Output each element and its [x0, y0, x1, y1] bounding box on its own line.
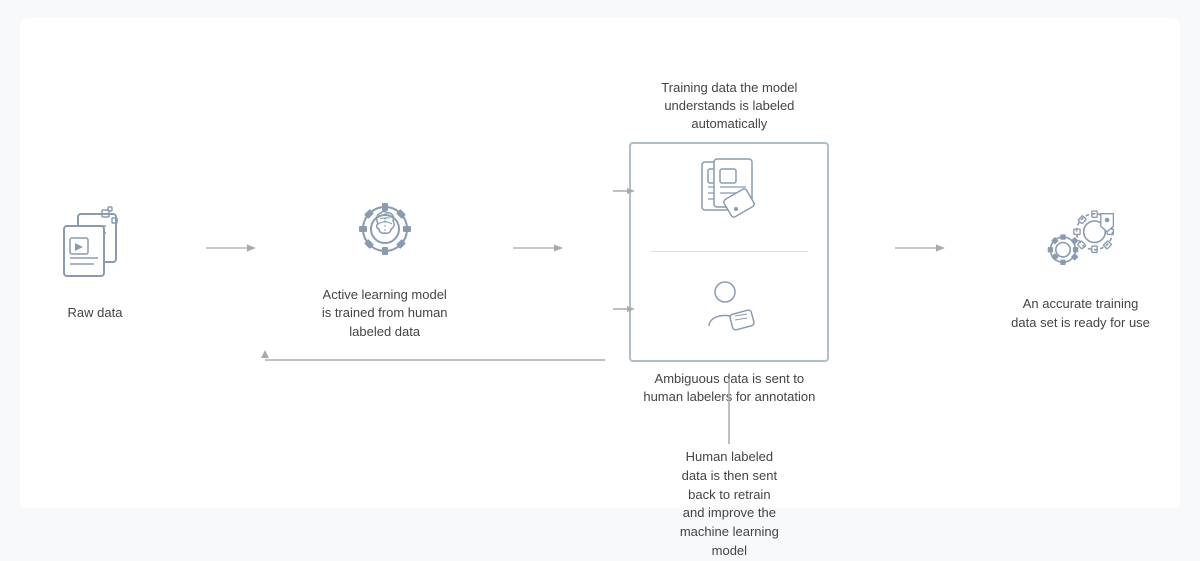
box-top-label: Training data the modelunderstands is la…: [629, 79, 829, 134]
active-learning-label: Active learning model is trained from hu…: [322, 286, 448, 341]
box-divider: [651, 251, 808, 252]
step-raw-data: Raw data: [50, 202, 140, 322]
raw-data-icon: [50, 202, 140, 292]
bottom-note-label: Human labeled data is then sentback to r…: [679, 448, 779, 561]
arrow-3: [895, 238, 945, 258]
active-learning-line3: labeled data: [349, 324, 420, 339]
raw-data-label: Raw data: [68, 304, 123, 322]
arrow-2: [513, 238, 563, 258]
middle-box: [629, 142, 829, 362]
vertical-arrow-area: Human labeled data is then sentback to r…: [679, 379, 779, 561]
step-accurate-set: An accurate trainingdata set is ready fo…: [1011, 193, 1150, 331]
feedback-arrow-svg: [235, 350, 605, 470]
active-learning-line2: is trained from human: [322, 305, 448, 320]
arrow-into-box-top: [613, 184, 635, 202]
step-active-learning: Active learning model is trained from hu…: [322, 184, 448, 341]
accurate-set-label: An accurate trainingdata set is ready fo…: [1011, 295, 1150, 331]
arrow-1: [206, 238, 256, 258]
arrow-into-box-bottom: [613, 302, 635, 320]
vertical-arrow-icon: [722, 379, 736, 444]
active-learning-line1: Active learning model: [323, 287, 447, 302]
human-labeler-icon-area: [631, 264, 827, 354]
active-learning-icon: [340, 184, 430, 274]
diagram: Raw data: [20, 18, 1180, 508]
machine-learning-label: machine learning model: [680, 524, 779, 558]
labeled-data-icon-area: [631, 149, 827, 239]
middle-section: Training data the modelunderstands is la…: [629, 79, 829, 406]
accurate-set-icon: [1036, 193, 1126, 283]
